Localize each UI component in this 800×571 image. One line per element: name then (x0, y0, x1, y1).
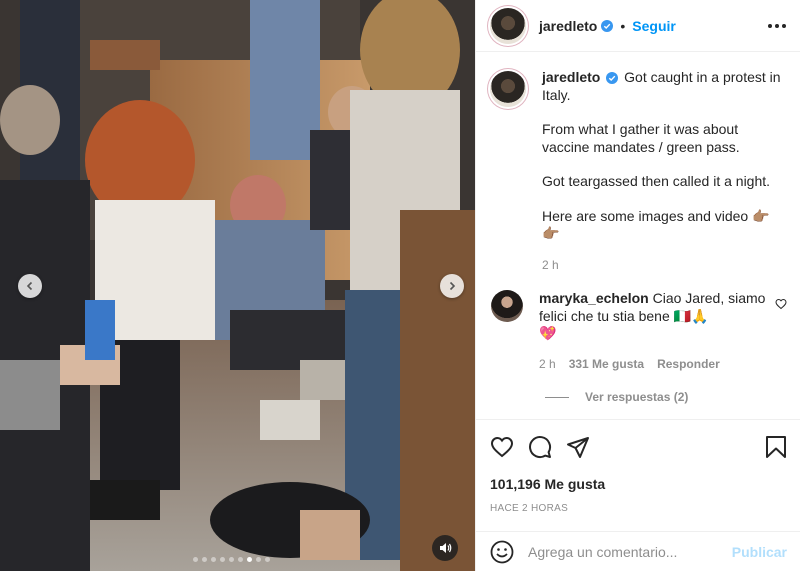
bookmark-icon[interactable] (765, 435, 787, 459)
paper-plane-icon[interactable] (566, 435, 590, 459)
carousel-indicator (193, 557, 270, 562)
carousel-dot (265, 557, 270, 562)
header-separator: • (620, 17, 626, 34)
carousel-dot (211, 557, 216, 562)
heart-icon[interactable] (490, 435, 514, 459)
post-timestamp[interactable]: HACE 2 HORAS (490, 503, 787, 514)
carousel-dot (202, 557, 207, 562)
caption-avatar[interactable] (490, 71, 526, 107)
comment-like-heart-icon[interactable] (775, 298, 787, 310)
comment-item: maryka_echelon Ciao Jared, siamo felici … (490, 290, 787, 373)
follow-button[interactable]: Seguir (632, 18, 676, 34)
verified-badge-icon (606, 72, 619, 85)
comment-text-emoji: 💖 (539, 325, 557, 341)
replies-divider (545, 396, 569, 398)
author-username[interactable]: jaredleto (539, 18, 597, 34)
smiley-icon[interactable] (490, 540, 514, 564)
audio-toggle-button[interactable] (432, 535, 458, 561)
post-actions: 101,196 Me gusta HACE 2 HORAS (476, 419, 800, 514)
add-comment-bar: Publicar (476, 531, 800, 571)
publish-button[interactable]: Publicar (732, 544, 787, 560)
reply-button[interactable]: Responder (657, 356, 720, 374)
carousel-dot (193, 557, 198, 562)
view-replies-button[interactable]: Ver respuestas (2) (545, 390, 787, 404)
caption-username[interactable]: jaredleto (542, 69, 600, 85)
likes-count[interactable]: 101,196 Me gusta (490, 476, 787, 492)
speaker-icon (439, 543, 451, 553)
chevron-left-icon (26, 281, 33, 291)
verified-badge-icon (601, 19, 614, 32)
next-slide-button[interactable] (440, 274, 464, 298)
post-media[interactable] (0, 0, 475, 571)
comment-icon[interactable] (528, 435, 552, 459)
carousel-dot (220, 557, 225, 562)
carousel-dot (229, 557, 234, 562)
post-side-panel: jaredleto • Seguir jaredleto Got caught … (475, 0, 800, 571)
caption-timestamp[interactable]: 2 h (542, 257, 786, 275)
post-photo (0, 0, 475, 571)
more-options-icon[interactable] (768, 23, 786, 28)
commenter-avatar[interactable] (491, 290, 523, 322)
caption-text-line2: From what I gather it was about vaccine … (542, 121, 740, 155)
previous-slide-button[interactable] (18, 274, 42, 298)
carousel-dot (256, 557, 261, 562)
author-avatar[interactable] (490, 7, 526, 44)
post-caption: jaredleto Got caught in a protest in Ita… (490, 69, 787, 274)
post-header: jaredleto • Seguir (476, 0, 800, 52)
chevron-right-icon (449, 281, 456, 291)
view-replies-label: Ver respuestas (2) (585, 390, 689, 404)
carousel-dot (238, 557, 243, 562)
carousel-dot-active (247, 557, 252, 562)
comment-timestamp[interactable]: 2 h (539, 356, 556, 374)
caption-text-line3: Got teargassed then called it a night. (542, 173, 771, 189)
comment-input[interactable] (528, 543, 732, 560)
comment-likes-count[interactable]: 331 Me gusta (569, 356, 644, 374)
comments-section[interactable]: jaredleto Got caught in a protest in Ita… (476, 53, 800, 419)
caption-text-line4: Here are some images and video 👉🏽👉🏽 (542, 207, 770, 242)
commenter-username[interactable]: maryka_echelon (539, 290, 649, 306)
